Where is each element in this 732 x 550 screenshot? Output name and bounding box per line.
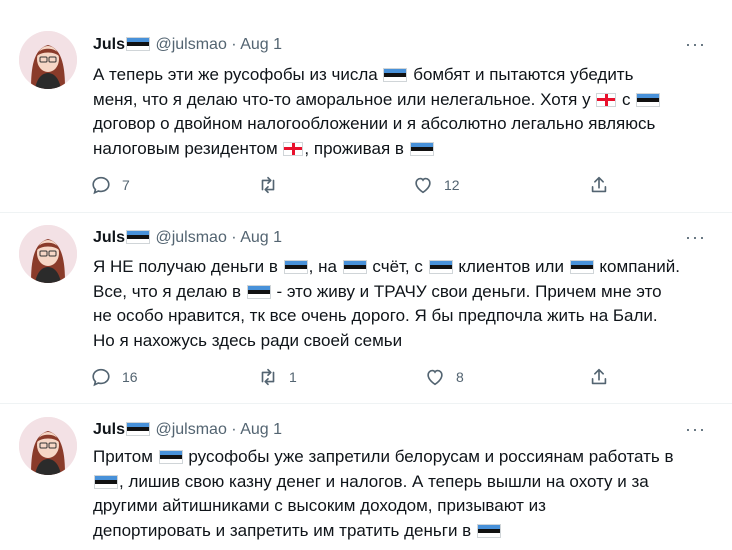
estonia-flag-icon (477, 524, 500, 537)
text-line: бомбят и пытаются убедить (413, 65, 634, 84)
text-line: А теперь эти же русофобы из числа (93, 65, 378, 84)
estonia-flag-icon (127, 231, 150, 243)
text-line: , проживая в (304, 138, 404, 158)
tweet-text: Я НЕ получаю деньги в , на счёт, с клиен… (93, 255, 713, 353)
separator-dot: · (231, 421, 237, 438)
tweet-thread: Juls @julsmao · Aug 1 ··· А теперь эти ж… (0, 0, 732, 550)
like-icon (427, 369, 443, 386)
author-handle[interactable]: @julsmao (155, 229, 226, 246)
retweet-button[interactable]: 1 (257, 365, 297, 389)
separator-dot: · (231, 229, 237, 246)
like-count: 8 (456, 369, 464, 385)
share-icon (591, 176, 607, 193)
author-name[interactable]: Juls (93, 36, 125, 53)
text-line: Я НЕ получаю деньги в (93, 257, 278, 276)
text-line: Притом (93, 447, 153, 466)
estonia-flag-icon (410, 142, 433, 155)
tweet-text: А теперь эти же русофобы из числа бомбят… (93, 63, 713, 161)
text-line: счёт, с (372, 257, 423, 276)
tweet-date[interactable]: Aug 1 (240, 229, 282, 246)
tweet-actions: 16 1 8 (90, 365, 620, 389)
share-icon (591, 368, 607, 385)
text-line: договор о двойном налогообложении и я аб… (93, 114, 656, 133)
text-line: депортировать и запретить им тратить ден… (93, 520, 472, 540)
estonia-flag-icon (343, 261, 366, 273)
tweet-header: Juls @julsmao · Aug 1 (93, 421, 282, 441)
text-line: другими айтишниками с высоким доходом, п… (93, 496, 546, 515)
more-icon[interactable]: ··· (685, 227, 706, 248)
tweet[interactable]: Juls @julsmao · Aug 1 ··· Я НЕ получаю д… (0, 213, 732, 403)
estonia-flag-icon (247, 285, 270, 298)
georgia-flag-icon (284, 142, 303, 155)
estonia-flag-icon (384, 69, 407, 81)
estonia-flag-icon (159, 451, 182, 463)
tweet[interactable]: Juls @julsmao · Aug 1 ··· А теперь эти ж… (0, 0, 732, 212)
text-line: меня, что я делаю что-то аморальное или … (93, 89, 591, 109)
tweet-header: Juls @julsmao · Aug 1 (93, 229, 282, 249)
share-button[interactable] (588, 365, 610, 389)
more-icon[interactable]: ··· (685, 419, 706, 440)
avatar[interactable] (19, 31, 77, 89)
estonia-flag-icon (570, 261, 593, 273)
separator-dot: · (231, 36, 237, 53)
tweet-actions: 7 12 (90, 173, 620, 197)
reply-icon (92, 368, 110, 387)
retweet-icon (261, 368, 275, 386)
avatar-image (19, 417, 77, 475)
estonia-flag-icon (95, 475, 117, 488)
georgia-flag-icon (597, 93, 616, 106)
share-button[interactable] (588, 173, 610, 197)
reply-count: 16 (122, 369, 138, 385)
estonia-flag-icon (127, 423, 150, 435)
text-line: с (622, 89, 631, 109)
reply-button[interactable]: 16 (90, 365, 138, 389)
text-line: русофобы уже запретили белорусам и росси… (188, 447, 674, 466)
reply-button[interactable]: 7 (90, 173, 130, 197)
tweet[interactable]: Juls @julsmao · Aug 1 ··· Притом русофоб… (0, 404, 732, 550)
text-line: Все, что я делаю в (93, 281, 241, 301)
author-handle[interactable]: @julsmao (155, 36, 226, 53)
estonia-flag-icon (637, 93, 660, 106)
tweet-header: Juls @julsmao · Aug 1 (93, 36, 282, 56)
avatar[interactable] (19, 225, 77, 283)
retweet-button[interactable] (257, 173, 289, 197)
text-line: - это живу и ТРАЧУ свои деньги. Причем м… (276, 281, 662, 301)
retweet-icon (261, 176, 275, 194)
avatar-image (19, 225, 77, 283)
retweet-count: 1 (289, 369, 297, 385)
tweet-date[interactable]: Aug 1 (240, 36, 282, 53)
text-line: налоговым резидентом (93, 138, 278, 158)
like-button[interactable]: 12 (412, 173, 460, 197)
like-button[interactable]: 8 (424, 365, 464, 389)
like-icon (415, 177, 431, 194)
text-line: Но я нахожусь здесь ради своей семьи (93, 330, 403, 350)
text-line: , на (308, 257, 337, 276)
text-line: не особо нравится, тк все очень дорого. … (93, 306, 658, 325)
text-line: , лишив свою казну денег и налогов. А те… (119, 471, 649, 491)
estonia-flag-icon (127, 38, 150, 50)
text-line: клиентов или (458, 257, 564, 276)
estonia-flag-icon (284, 261, 307, 273)
like-count: 12 (444, 177, 460, 193)
tweet-text: Притом русофобы уже запретили белорусам … (93, 445, 713, 543)
reply-count: 7 (122, 177, 130, 193)
reply-icon (92, 176, 110, 195)
author-handle[interactable]: @julsmao (155, 421, 226, 438)
estonia-flag-icon (429, 261, 452, 273)
avatar[interactable] (19, 417, 77, 475)
author-name[interactable]: Juls (93, 421, 125, 438)
more-icon[interactable]: ··· (685, 34, 706, 55)
author-name[interactable]: Juls (93, 229, 125, 246)
tweet-date[interactable]: Aug 1 (240, 421, 282, 438)
text-line: компаний. (599, 257, 680, 276)
avatar-image (19, 31, 77, 89)
